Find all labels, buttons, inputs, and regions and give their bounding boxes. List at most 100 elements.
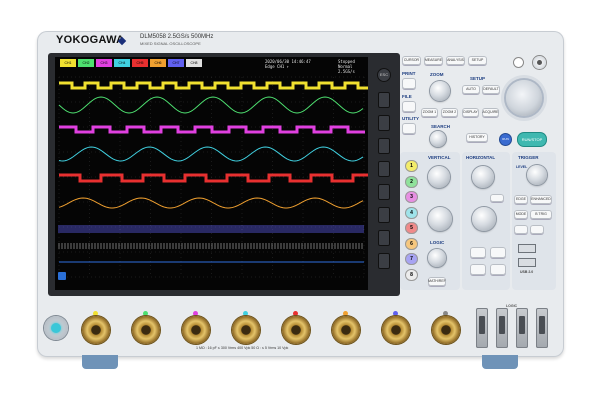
setup-label: SETUP bbox=[470, 76, 486, 81]
channel-button-2[interactable]: 2 bbox=[405, 175, 418, 188]
edge-button[interactable]: EDGE bbox=[514, 195, 528, 204]
print-label: PRINT bbox=[402, 71, 416, 76]
power-icon bbox=[51, 323, 61, 333]
logic-probe-port-4[interactable] bbox=[536, 308, 548, 348]
usb-port-1[interactable] bbox=[518, 244, 536, 253]
math-ref-button[interactable]: MATH/REF bbox=[428, 277, 446, 286]
run-button[interactable]: RUN bbox=[500, 134, 511, 145]
channel-7-bnc-input[interactable] bbox=[382, 316, 410, 344]
zoom-knob[interactable] bbox=[430, 81, 450, 101]
zoom1-button[interactable]: ZOOM 1 bbox=[421, 108, 438, 117]
vertical-position-knob[interactable] bbox=[428, 166, 450, 188]
brand-logo: YOKOGAWA bbox=[56, 34, 125, 46]
channel-tab-6[interactable]: CH6 bbox=[150, 59, 166, 67]
channel-tab-2[interactable]: CH2 bbox=[78, 59, 94, 67]
ch3-trace bbox=[59, 125, 365, 134]
logic-probe-port-2[interactable] bbox=[496, 308, 508, 348]
file-button[interactable] bbox=[402, 101, 416, 112]
top-button-measure[interactable]: MEASURE bbox=[424, 56, 443, 65]
top-button-analysis[interactable]: ANALYSIS bbox=[446, 56, 465, 65]
zoom2-button[interactable]: ZOOM 2 bbox=[441, 108, 458, 117]
trigger-button-f[interactable] bbox=[530, 225, 544, 234]
logic-probe-port-1[interactable] bbox=[476, 308, 488, 348]
ch6-trace bbox=[58, 197, 364, 209]
usb-port-2[interactable] bbox=[518, 258, 536, 267]
horizontal-small-button[interactable] bbox=[490, 194, 504, 202]
jog-shuttle-knob[interactable] bbox=[506, 80, 542, 116]
app-icon[interactable] bbox=[58, 272, 66, 280]
softkey-2[interactable] bbox=[378, 115, 390, 131]
logic-probe-port-3[interactable] bbox=[516, 308, 528, 348]
softkey-8[interactable] bbox=[378, 253, 390, 269]
logic-label: LOGIC bbox=[430, 240, 445, 245]
subtitle-label: MIXED SIGNAL OSCILLOSCOPE bbox=[140, 41, 201, 46]
softkey-5[interactable] bbox=[378, 184, 390, 200]
waveform-area bbox=[58, 76, 368, 278]
utility-button[interactable] bbox=[402, 123, 416, 134]
right-foot bbox=[482, 355, 518, 369]
traces bbox=[58, 81, 368, 263]
channel-4-bnc-input[interactable] bbox=[232, 316, 260, 344]
horizontal-button-a[interactable] bbox=[470, 247, 486, 258]
horizontal-button-b[interactable] bbox=[490, 247, 506, 258]
trigger-level-knob[interactable] bbox=[527, 165, 547, 185]
acquire-button[interactable]: ACQUIRE bbox=[482, 108, 499, 117]
channel-button-7[interactable]: 7 bbox=[405, 253, 418, 265]
history-button[interactable]: HISTORY bbox=[466, 133, 488, 142]
auto-button[interactable]: AUTO bbox=[462, 85, 480, 94]
channel-tab-3[interactable]: CH3 bbox=[96, 59, 112, 67]
horizontal-button-c[interactable] bbox=[470, 264, 486, 275]
model-label: DLM5058 2.5GS/s 500MHz bbox=[140, 34, 214, 40]
channel-tab-4[interactable]: CH4 bbox=[114, 59, 130, 67]
channel-button-3[interactable]: 3 bbox=[405, 191, 418, 203]
channel-tab-7[interactable]: CH7 bbox=[168, 59, 184, 67]
display-button[interactable]: DISPLAY bbox=[462, 108, 479, 117]
default-button[interactable]: DEFAULT bbox=[482, 85, 500, 94]
channel-button-1[interactable]: 1 bbox=[405, 160, 418, 172]
top-button-setup[interactable]: SETUP bbox=[468, 56, 487, 65]
search-knob[interactable] bbox=[430, 131, 446, 147]
softkey-3[interactable] bbox=[378, 138, 390, 154]
channel-6-bnc-input[interactable] bbox=[332, 316, 360, 344]
softkey-column bbox=[372, 60, 396, 286]
probe-slot bbox=[519, 316, 525, 334]
channel-5-bnc-input[interactable] bbox=[282, 316, 310, 344]
ch5-trace bbox=[59, 173, 368, 183]
channel-tab-8[interactable]: CH8 bbox=[186, 59, 202, 67]
vertical-label: VERTICAL bbox=[428, 155, 451, 160]
channel-1-bnc-input[interactable] bbox=[82, 316, 110, 344]
jog-small-button[interactable] bbox=[514, 58, 523, 67]
b-trig-button[interactable]: B TRIG bbox=[530, 210, 552, 219]
channel-tab-5[interactable]: CH5 bbox=[132, 59, 148, 67]
horizontal-scale-knob[interactable] bbox=[472, 207, 496, 231]
trigger-label: TRIGGER bbox=[518, 155, 539, 160]
horizontal-button-d[interactable] bbox=[490, 264, 506, 275]
channel-2-bnc-input[interactable] bbox=[132, 316, 160, 344]
softkey-7[interactable] bbox=[378, 230, 390, 246]
logic-knob[interactable] bbox=[428, 249, 446, 267]
ch4-trace bbox=[58, 146, 364, 162]
graticule bbox=[58, 76, 365, 278]
ch2-trace bbox=[58, 96, 364, 114]
channel-button-4[interactable]: 4 bbox=[405, 206, 418, 219]
print-button[interactable] bbox=[402, 78, 416, 89]
horizontal-position-knob[interactable] bbox=[472, 166, 494, 188]
run-stop-button[interactable]: RUN/STOP bbox=[518, 133, 546, 146]
channel-button-6[interactable]: 6 bbox=[405, 237, 418, 250]
channel-button-5[interactable]: 5 bbox=[405, 222, 418, 234]
mode-button[interactable]: MODE bbox=[514, 210, 528, 219]
top-button-cursor[interactable]: CURSOR bbox=[402, 56, 421, 65]
probe-slot bbox=[479, 316, 485, 334]
softkey-1[interactable] bbox=[378, 92, 390, 108]
channel-3-bnc-input[interactable] bbox=[182, 316, 210, 344]
softkey-4[interactable] bbox=[378, 161, 390, 177]
enhanced-button[interactable]: ENHANCED bbox=[530, 195, 552, 204]
channel-button-8[interactable]: 8 bbox=[405, 268, 418, 281]
probe-slot bbox=[499, 316, 505, 334]
vertical-scale-knob[interactable] bbox=[428, 207, 452, 231]
channel-8-bnc-input[interactable] bbox=[432, 316, 460, 344]
trigger-button-e[interactable] bbox=[514, 225, 528, 234]
channel-tab-1[interactable]: CH1 bbox=[60, 59, 76, 67]
set-icon bbox=[537, 60, 542, 65]
softkey-6[interactable] bbox=[378, 207, 390, 223]
